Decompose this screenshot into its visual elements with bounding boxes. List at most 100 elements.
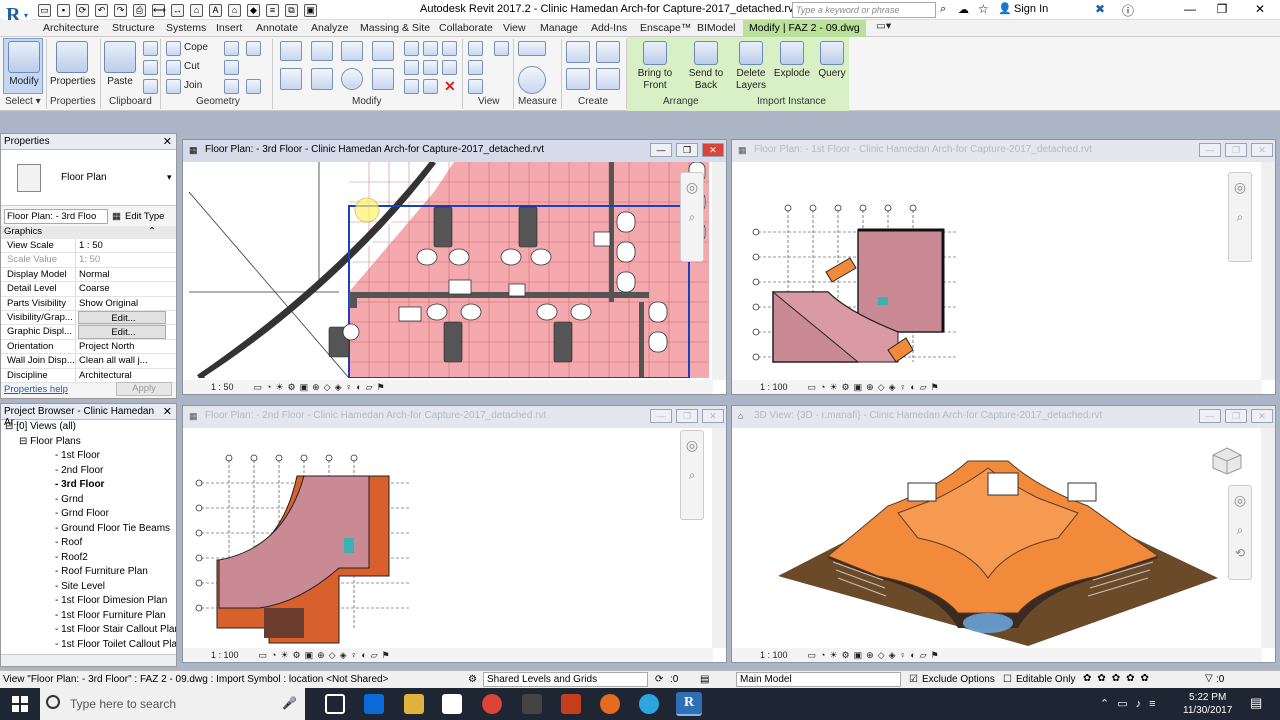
- firefox-icon[interactable]: [600, 694, 620, 714]
- cope-icon[interactable]: [166, 41, 181, 56]
- minimize-icon[interactable]: —: [1180, 1, 1200, 17]
- steering-wheel-icon[interactable]: ◎: [1229, 179, 1251, 196]
- linework-icon[interactable]: [468, 79, 483, 94]
- measure-icon[interactable]: [518, 66, 546, 94]
- tab-modify-dwg[interactable]: Modify | FAZ 2 - 09.dwg: [743, 20, 866, 37]
- sign-in-link[interactable]: Sign In: [1014, 3, 1048, 15]
- view-scale[interactable]: 1 : 50: [211, 382, 234, 392]
- calculator-icon[interactable]: [522, 694, 542, 714]
- tab-structure[interactable]: Structure: [112, 22, 155, 34]
- align-icon[interactable]: [280, 41, 302, 61]
- view-3rd-floor[interactable]: ▦ Floor Plan: - 3rd Floor - Clinic Hamed…: [182, 139, 727, 395]
- worksets-icon[interactable]: ⚙: [468, 674, 477, 685]
- telegram-icon[interactable]: [639, 694, 659, 714]
- minimize-icon[interactable]: —: [1199, 409, 1221, 423]
- close-icon[interactable]: ✕: [702, 143, 724, 157]
- text-icon[interactable]: A: [209, 3, 222, 17]
- viewcube-icon[interactable]: [1210, 446, 1244, 476]
- cut-icon[interactable]: [143, 41, 158, 56]
- store-icon[interactable]: [442, 694, 462, 714]
- delete-layers-button[interactable]: Delete Layers: [732, 41, 770, 92]
- type-selector[interactable]: Floor Plan ▾: [1, 150, 176, 206]
- steering-wheel-icon[interactable]: ◎: [681, 437, 703, 454]
- tag-icon[interactable]: ⌂: [190, 3, 203, 17]
- tab-massing-site[interactable]: Massing & Site: [360, 22, 430, 34]
- system-tray-icons[interactable]: ⌃▭♪≡: [1100, 697, 1164, 710]
- minimize-icon[interactable]: —: [650, 143, 672, 157]
- vertical-scrollbar[interactable]: [1261, 428, 1275, 648]
- array-icon[interactable]: [404, 60, 419, 75]
- tab-analyze[interactable]: Analyze: [311, 22, 348, 34]
- view-controls-icons[interactable]: ▭◔☀⚙▣⊕◇◈♀◐▱⚑: [254, 382, 389, 392]
- split-face-icon[interactable]: [224, 60, 239, 75]
- close-icon[interactable]: ✕: [702, 409, 724, 423]
- panel-select[interactable]: Select ▾: [5, 96, 41, 107]
- open-icon[interactable]: ▭: [38, 3, 51, 17]
- view-1st-floor[interactable]: ▦ Floor Plan: - 1st Floor - Clinic Hamed…: [731, 139, 1276, 395]
- vertical-scrollbar[interactable]: [1261, 162, 1275, 380]
- bring-to-front-button[interactable]: Bring to Front: [632, 41, 678, 92]
- workset-dropdown[interactable]: Shared Levels and Grids: [483, 672, 648, 687]
- tree-toggle-icon[interactable]: ⊟: [19, 436, 30, 447]
- tab-enscape[interactable]: Enscape™: [640, 22, 691, 34]
- close-icon[interactable]: ✕: [1251, 143, 1273, 157]
- help-icon[interactable]: ⓘ: [1122, 2, 1134, 19]
- delete-icon[interactable]: ✕: [444, 78, 456, 95]
- rotate-icon[interactable]: [341, 68, 363, 90]
- file-explorer-icon[interactable]: [404, 694, 424, 714]
- list-item[interactable]: - 1st Floor Furniture Plan: [9, 609, 176, 624]
- paint-icon[interactable]: [224, 79, 239, 94]
- horizontal-scrollbar[interactable]: [1, 654, 176, 666]
- search-input[interactable]: Type a keyword or phrase: [792, 2, 936, 18]
- properties-help-link[interactable]: Properties help: [4, 384, 68, 395]
- restore-icon[interactable]: ❐: [676, 409, 698, 423]
- cut-label[interactable]: Cut: [184, 61, 200, 72]
- navigation-bar[interactable]: ◎ ⌕: [680, 172, 704, 262]
- zoom-icon[interactable]: ⌕: [681, 210, 703, 225]
- trim-single-icon[interactable]: [404, 79, 419, 94]
- list-item[interactable]: - 1st Floor Toilet Callout Pla: [9, 638, 176, 653]
- filter-icon[interactable]: ▽: [1205, 673, 1213, 684]
- search-icon[interactable]: ⌕: [940, 3, 946, 16]
- floor-plan-canvas[interactable]: [189, 428, 709, 646]
- tab-systems[interactable]: Systems: [166, 22, 206, 34]
- paste-button[interactable]: Paste: [104, 41, 136, 88]
- powerpoint-icon[interactable]: [561, 694, 581, 714]
- exclude-options-checkbox[interactable]: ☑: [909, 674, 918, 685]
- list-item[interactable]: - Grnd: [9, 493, 176, 508]
- copy-element-icon[interactable]: [311, 68, 333, 90]
- navigation-bar[interactable]: ◎ ⌕: [1228, 172, 1252, 262]
- join-label[interactable]: Join: [184, 80, 202, 91]
- tab-collaborate[interactable]: Collaborate: [439, 22, 493, 34]
- cope-label[interactable]: Cope: [184, 42, 208, 53]
- list-item[interactable]: - 1st Floor Stair Callout Plan: [9, 623, 176, 638]
- floor-plan-canvas[interactable]: [189, 162, 709, 378]
- prop-value[interactable]: Clean all wall j...: [76, 354, 176, 367]
- edit-vg-button[interactable]: Edit...: [78, 310, 166, 325]
- switch-windows-icon[interactable]: ▣: [304, 3, 317, 17]
- revit-taskbar-icon[interactable]: R: [676, 692, 702, 716]
- list-item[interactable]: - 3rd Floor: [9, 478, 176, 493]
- move-icon[interactable]: [280, 68, 302, 90]
- tree-item-views[interactable]: ⊟ [0] Views (all): [5, 420, 176, 435]
- create-group-icon[interactable]: [566, 68, 590, 90]
- list-item[interactable]: - Site Level: [9, 580, 176, 595]
- tab-insert[interactable]: Insert: [216, 22, 242, 34]
- copy-icon[interactable]: [143, 60, 158, 75]
- create-assembly-icon[interactable]: [566, 41, 590, 63]
- list-item[interactable]: - 2nd Floor: [9, 464, 176, 479]
- prop-value[interactable]: Coarse: [76, 282, 176, 295]
- unpin-icon[interactable]: [442, 41, 457, 56]
- wall-join-icon[interactable]: [224, 41, 239, 56]
- list-item[interactable]: - Ground Floor Tie Beams: [9, 522, 176, 537]
- create-parts-icon[interactable]: [596, 41, 620, 63]
- print-icon[interactable]: ⎙: [133, 3, 146, 17]
- remove-paint-icon[interactable]: [246, 79, 261, 94]
- instance-filter-dropdown[interactable]: Floor Plan: - 3rd Floo: [4, 208, 108, 224]
- demolish-icon[interactable]: [246, 41, 261, 56]
- restore-icon[interactable]: ❐: [1225, 143, 1247, 157]
- trim-multi-icon[interactable]: [423, 79, 438, 94]
- task-view-icon[interactable]: [325, 694, 345, 714]
- send-to-back-button[interactable]: Send to Back: [683, 41, 729, 92]
- tree-item-floor-plans[interactable]: ⊟ Floor Plans: [5, 435, 176, 450]
